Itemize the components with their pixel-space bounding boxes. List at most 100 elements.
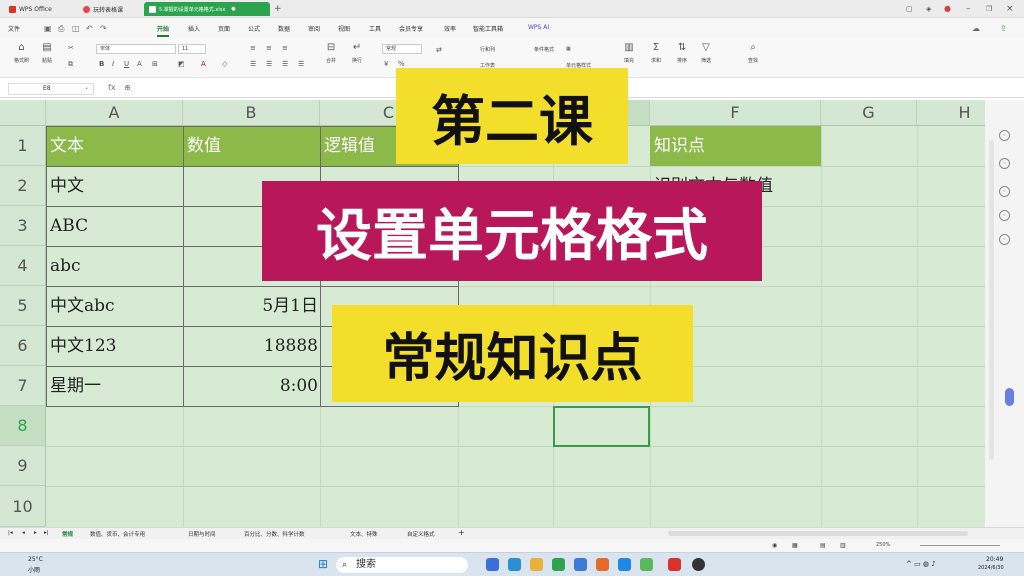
new-tab-icon[interactable]: + [274, 4, 282, 14]
align-middle-icon[interactable]: ≡ [266, 44, 272, 52]
active-cell-e8[interactable] [553, 406, 650, 447]
paste-button[interactable]: ▤ 粘贴 [42, 42, 52, 64]
row-header[interactable]: 3 [0, 206, 46, 246]
format-painter-button[interactable]: ⌂ 格式刷 [14, 42, 29, 64]
app-icon[interactable] [618, 558, 631, 571]
menu-member[interactable]: 会员专享 [399, 24, 423, 33]
cell-b6[interactable]: 18888 [183, 326, 320, 366]
next-sheet-icon[interactable]: ▸ [34, 530, 37, 536]
view-page-icon[interactable]: ▤ [820, 542, 826, 549]
cell-b5[interactable]: 5月1日 [183, 286, 320, 326]
font-color-icon[interactable]: A [201, 60, 206, 68]
cloud-icon[interactable]: ☁ [972, 24, 980, 33]
view-break-icon[interactable]: ▥ [840, 542, 846, 549]
italic-button[interactable]: I [112, 60, 114, 68]
row-header[interactable]: 6 [0, 326, 46, 366]
taskbar-search[interactable]: ⌕ 搜索 [336, 557, 468, 573]
col-header-a[interactable]: A [46, 100, 183, 126]
maximize-icon[interactable]: ❐ [986, 4, 992, 14]
cell-a7[interactable]: 星期一 [46, 366, 183, 406]
close-tab-icon[interactable]: ● [231, 6, 235, 12]
prev-sheet-icon[interactable]: ◂ [22, 530, 25, 536]
align-bottom-icon[interactable]: ≡ [282, 44, 288, 52]
sheet-tab-custom[interactable]: 自定义格式 [407, 530, 435, 538]
select-all-corner[interactable] [0, 100, 46, 126]
row-header[interactable]: 1 [0, 126, 46, 166]
fill-button[interactable]: ▥ 填充 [624, 42, 634, 64]
border-icon[interactable]: ⊞ [152, 60, 158, 68]
menu-tools[interactable]: 工具 [369, 24, 381, 33]
app-icon[interactable] [574, 558, 587, 571]
add-sheet-icon[interactable]: + [458, 528, 465, 537]
first-sheet-icon[interactable]: |◂ [8, 530, 13, 536]
sheet-tab-number[interactable]: 数值、货币、会计专用 [90, 530, 145, 538]
sort-button[interactable]: ⇅ 排序 [677, 42, 687, 64]
system-tray-icons[interactable]: ^ ▭ ◍ ♪ [906, 560, 936, 568]
skin-icon[interactable]: ◈ [926, 4, 931, 14]
explorer-icon[interactable] [530, 558, 543, 571]
wrap-button[interactable]: ↵ 换行 [352, 42, 362, 64]
menu-start[interactable]: 开始 [157, 24, 170, 37]
eye-protect-icon[interactable]: ◉ [772, 542, 777, 549]
name-box[interactable]: E8 [8, 83, 94, 95]
percent-icon[interactable]: % [398, 60, 405, 68]
vertical-scrollbar[interactable] [989, 140, 994, 460]
filter-button[interactable]: ▽ 筛选 [701, 42, 711, 64]
menu-review[interactable]: 审阅 [308, 24, 320, 33]
avatar[interactable]: ● [944, 4, 951, 14]
bold-button[interactable]: B [99, 60, 104, 68]
assistant-icon[interactable] [1005, 388, 1014, 406]
menu-smart-toolbox[interactable]: 智能工具箱 [473, 24, 503, 33]
sum-button[interactable]: Σ 求和 [651, 42, 661, 64]
currency-icon[interactable]: ¥ [384, 60, 388, 68]
zoom-level[interactable]: 250% [876, 542, 890, 548]
close-icon[interactable]: × [1006, 4, 1014, 14]
cell-a2[interactable]: 中文 [46, 166, 183, 206]
number-format-select[interactable]: 常规 [382, 44, 422, 54]
cell-a4[interactable]: abc [46, 246, 183, 286]
redo-icon[interactable]: ↷ [100, 24, 107, 33]
app-icon[interactable] [552, 558, 565, 571]
side-tool-icon[interactable]: ◦ [999, 186, 1010, 197]
cell-f1[interactable]: 知识点 [650, 126, 821, 166]
horizontal-scrollbar[interactable] [668, 531, 968, 536]
sheet-tab-text[interactable]: 文本、特殊 [350, 530, 378, 538]
cell-a1[interactable]: 文本 [46, 126, 183, 166]
row-header[interactable]: 2 [0, 166, 46, 206]
tab-stick-course[interactable]: 玩转表格课 [78, 2, 142, 16]
chevron-down-icon[interactable]: ⌄ [84, 84, 89, 91]
row-header[interactable]: 5 [0, 286, 46, 326]
cell-b7[interactable]: 8:00 [183, 366, 320, 406]
table-style-icon[interactable]: ▦ [566, 46, 571, 52]
menu-insert[interactable]: 插入 [188, 24, 200, 33]
copy-icon[interactable]: ⧉ [68, 60, 73, 69]
menu-efficiency[interactable]: 效率 [444, 24, 456, 33]
distribute-icon[interactable]: ☰ [298, 60, 304, 68]
col-header-g[interactable]: G [821, 100, 917, 126]
merge-button[interactable]: ⊟ 合并 [326, 42, 336, 64]
undo-icon[interactable]: ↶ [86, 24, 93, 33]
menu-wps-ai[interactable]: WPS AI [528, 24, 549, 31]
cell-a6[interactable]: 中文123 [46, 326, 183, 366]
strikethrough-button[interactable]: A [137, 60, 142, 68]
preview-icon[interactable]: ◫ [72, 24, 80, 33]
minimize-icon[interactable]: – [966, 4, 971, 14]
menu-data[interactable]: 数据 [278, 24, 290, 33]
menu-file[interactable]: 文件 [8, 24, 20, 33]
row-header[interactable]: 8 [0, 406, 46, 446]
fill-color-icon[interactable]: ◩ [178, 60, 185, 68]
cell-a3[interactable]: ABC [46, 206, 183, 246]
row-header[interactable]: 4 [0, 246, 46, 286]
tab-wps-office[interactable]: WPS Office [4, 2, 76, 16]
app-icon[interactable] [692, 558, 705, 571]
side-tool-icon[interactable]: ◦ [999, 130, 1010, 141]
sheet-tab-general[interactable]: 常规 [62, 530, 73, 538]
side-tool-icon[interactable]: ◦ [999, 210, 1010, 221]
share-icon[interactable]: ⇪ [1000, 24, 1007, 33]
align-left-icon[interactable]: ☰ [250, 60, 256, 68]
cell-b1[interactable]: 数值 [183, 126, 320, 166]
convert-icon[interactable]: ⇄ [436, 46, 442, 54]
font-name-select[interactable]: 宋体 [96, 44, 176, 54]
app-icon[interactable] [596, 558, 609, 571]
window-menu-icon[interactable]: ▢ [906, 4, 913, 14]
